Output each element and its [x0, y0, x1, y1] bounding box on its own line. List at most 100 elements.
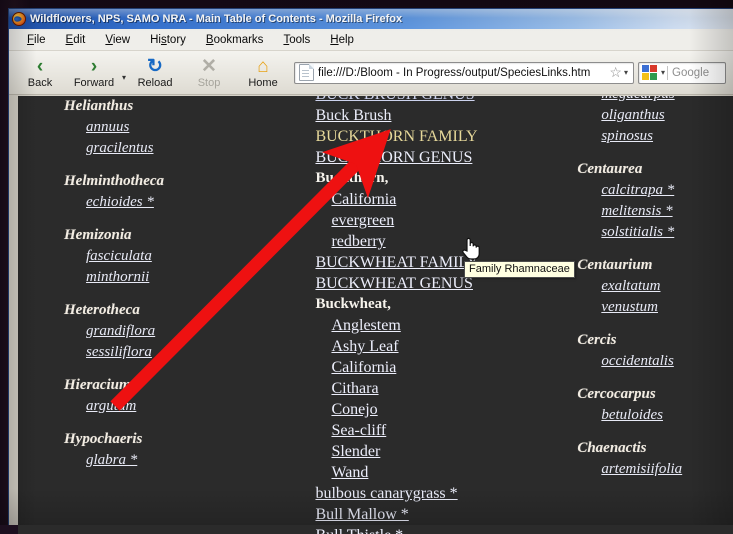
forward-button[interactable]: › Forward: [67, 57, 121, 89]
common-name-link[interactable]: Bull Mallow *: [315, 504, 555, 525]
url-text[interactable]: file:///D:/Bloom - In Progress/output/Sp…: [318, 67, 607, 79]
species-link[interactable]: venustum: [577, 297, 733, 318]
common-name-link[interactable]: BUCKTHORN GENUS: [315, 147, 555, 168]
search-input[interactable]: Google: [672, 67, 709, 79]
common-name-link[interactable]: Conejo: [315, 399, 555, 420]
common-name-link[interactable]: California: [315, 189, 555, 210]
browser-window: Wildflowers, NPS, SAMO NRA - Main Table …: [8, 8, 733, 525]
species-link[interactable]: grandiflora: [64, 321, 307, 342]
species-link[interactable]: melitensis *: [577, 201, 733, 222]
species-link[interactable]: fasciculata: [64, 246, 307, 267]
common-name-link[interactable]: evergreen: [315, 210, 555, 231]
genus-name: Hieracium: [64, 375, 307, 396]
reload-icon: ↻: [147, 58, 163, 76]
reload-label: Reload: [138, 77, 173, 89]
spacer: [64, 417, 307, 429]
common-name-link[interactable]: Buck Brush: [315, 105, 555, 126]
page-content: HelianthusannuusgracilentusHelminthothec…: [18, 96, 733, 534]
stop-label: Stop: [198, 77, 221, 89]
firefox-icon: [12, 12, 26, 26]
genus-name: Heterotheca: [64, 300, 307, 321]
common-name-link[interactable]: Sea-cliff: [315, 420, 555, 441]
common-name-group-label: Buckthorn,: [315, 168, 555, 189]
menu-item-tools[interactable]: Tools: [273, 32, 320, 48]
stop-icon: ✕: [201, 58, 217, 76]
address-bar[interactable]: file:///D:/Bloom - In Progress/output/Sp…: [294, 62, 634, 84]
common-name-link[interactable]: BUCK BRUSH GENUS: [315, 96, 555, 105]
spacer: [577, 147, 733, 159]
window-title: Wildflowers, NPS, SAMO NRA - Main Table …: [30, 13, 402, 25]
home-icon: ⌂: [257, 58, 268, 76]
menu-bar: File Edit View History Bookmarks Tools H…: [9, 29, 733, 51]
back-icon: ‹: [37, 58, 43, 76]
common-name-link[interactable]: Ashy Leaf: [315, 336, 555, 357]
menu-item-file[interactable]: File: [17, 32, 56, 48]
common-name-link[interactable]: Anglestem: [315, 315, 555, 336]
common-name-link[interactable]: Wand: [315, 462, 555, 483]
common-name-link[interactable]: redberry: [315, 231, 555, 252]
species-link[interactable]: calcitrapa *: [577, 180, 733, 201]
species-link[interactable]: echioides *: [64, 192, 307, 213]
nav-history-dropdown-icon[interactable]: ▾: [122, 73, 126, 82]
spacer: [64, 288, 307, 300]
genus-name: Helianthus: [64, 96, 307, 117]
reload-button[interactable]: ↻ Reload: [128, 57, 182, 89]
genus-name: Centaurea: [577, 159, 733, 180]
species-link[interactable]: argutum: [64, 396, 307, 417]
column-genus-left: HelianthusannuusgracilentusHelminthothec…: [18, 96, 307, 534]
species-link[interactable]: solstitialis *: [577, 222, 733, 243]
species-link[interactable]: occidentalis: [577, 351, 733, 372]
menu-item-view[interactable]: View: [95, 32, 140, 48]
genus-name: Hemizonia: [64, 225, 307, 246]
species-links-table: HelianthusannuusgracilentusHelminthothec…: [18, 96, 733, 534]
spacer: [64, 159, 307, 171]
title-bar: Wildflowers, NPS, SAMO NRA - Main Table …: [9, 9, 733, 29]
species-link[interactable]: glabra *: [64, 450, 307, 471]
species-link[interactable]: exaltatum: [577, 276, 733, 297]
genus-name: Centaurium: [577, 255, 733, 276]
search-divider: [667, 66, 668, 80]
species-link[interactable]: oliganthus: [577, 105, 733, 126]
spacer: [64, 363, 307, 375]
menu-item-history[interactable]: History: [140, 32, 196, 48]
column-common-names: BUCK BRUSH GENUSBuck BrushBUCKTHORN FAMI…: [307, 96, 555, 534]
spacer: [64, 213, 307, 225]
address-dropdown-icon[interactable]: ▾: [624, 68, 628, 77]
page-icon: [299, 64, 314, 81]
genus-name: Cercis: [577, 330, 733, 351]
common-name-link[interactable]: Bull Thistle *: [315, 525, 555, 534]
common-name-link[interactable]: Cithara: [315, 378, 555, 399]
home-button[interactable]: ⌂ Home: [236, 57, 290, 89]
common-name-link[interactable]: California: [315, 357, 555, 378]
stop-button: ✕ Stop: [182, 57, 236, 89]
back-label: Back: [28, 77, 52, 89]
spacer: [577, 426, 733, 438]
menu-item-bookmarks[interactable]: Bookmarks: [196, 32, 274, 48]
bookmark-star-icon[interactable]: ☆: [609, 64, 622, 81]
spacer: [577, 243, 733, 255]
species-link[interactable]: annuus: [64, 117, 307, 138]
spacer: [577, 372, 733, 384]
common-name-link-hovered[interactable]: BUCKTHORN FAMILY: [315, 126, 555, 147]
menu-item-help[interactable]: Help: [320, 32, 364, 48]
common-name-group-label: Buckwheat,: [315, 294, 555, 315]
genus-name: Chaenactis: [577, 438, 733, 459]
menu-item-edit[interactable]: Edit: [56, 32, 96, 48]
search-box[interactable]: ▾ Google: [638, 62, 726, 84]
navigation-toolbar: ‹ Back › Forward ▾ ↻ Reload ✕ Stop ⌂ Hom…: [9, 51, 733, 95]
species-link[interactable]: sessiliflora: [64, 342, 307, 363]
species-link[interactable]: gracilentus: [64, 138, 307, 159]
species-link[interactable]: artemisiifolia: [577, 459, 733, 480]
species-link[interactable]: spinosus: [577, 126, 733, 147]
search-engine-dropdown-icon[interactable]: ▾: [661, 68, 665, 77]
spacer: [577, 318, 733, 330]
common-name-link[interactable]: bulbous canarygrass *: [315, 483, 555, 504]
species-link[interactable]: betuloides: [577, 405, 733, 426]
column-genus-right: megacarpusoliganthusspinosus Centaureacal…: [555, 96, 733, 534]
species-link[interactable]: megacarpus: [577, 96, 733, 105]
common-name-link[interactable]: Slender: [315, 441, 555, 462]
back-button[interactable]: ‹ Back: [13, 57, 67, 89]
google-icon: [642, 65, 657, 80]
genus-name: Hypochaeris: [64, 429, 307, 450]
species-link[interactable]: minthornii: [64, 267, 307, 288]
